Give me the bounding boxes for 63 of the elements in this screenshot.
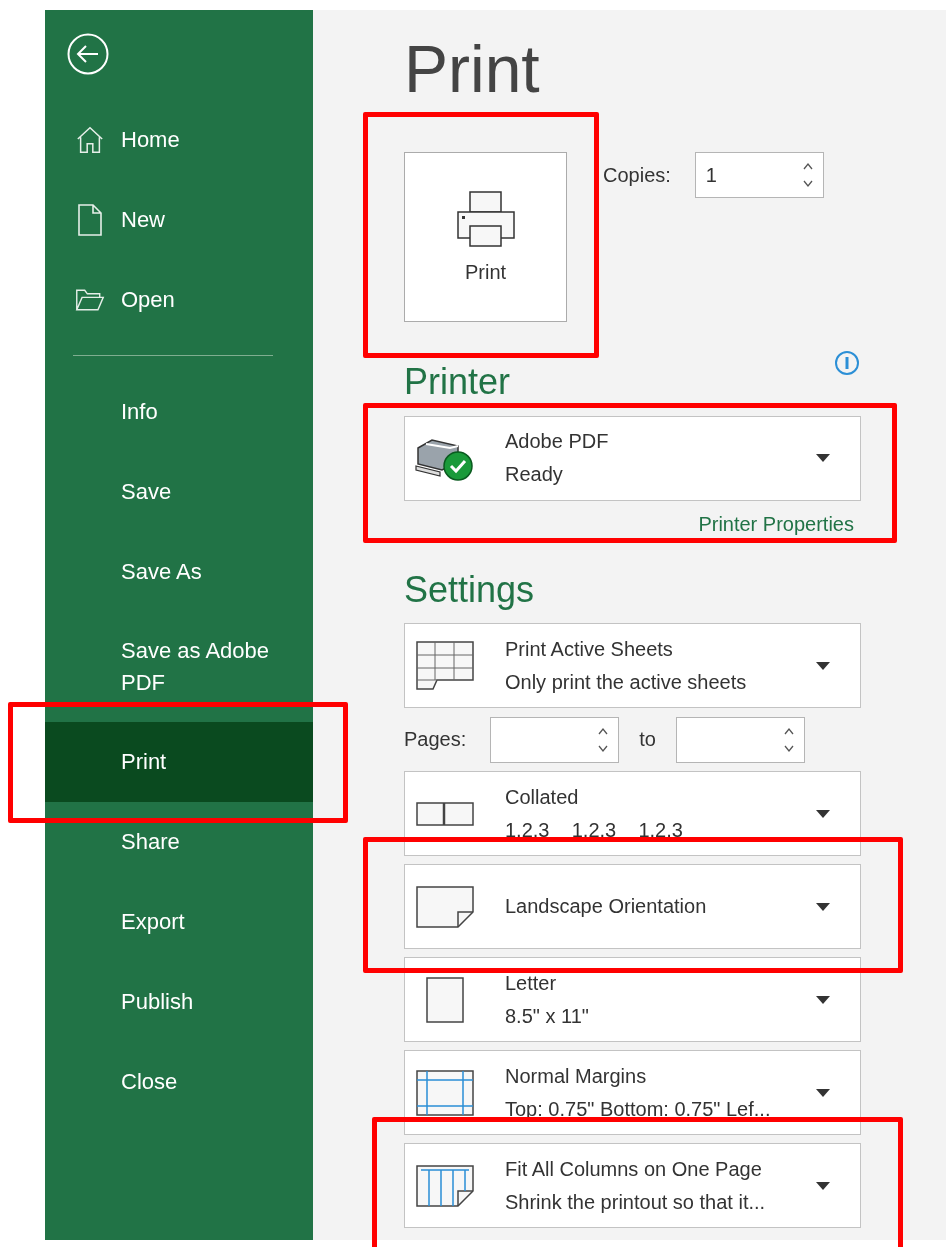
sidebar-item[interactable]: Open [45,260,313,340]
setting-title: Fit All Columns on One Page [505,1157,763,1181]
printer-status: Ready [505,463,564,487]
back-icon[interactable] [67,33,109,75]
home-icon [75,125,105,155]
printer-properties-link[interactable]: Printer Properties [404,512,854,536]
section-heading: Settings [404,569,536,610]
portrait-page-icon [426,976,464,1023]
dropdown-caret-icon [816,995,830,1004]
sidebar-item[interactable]: Save As [45,532,313,612]
setting-dropdown[interactable]: Landscape Orientation [404,864,861,950]
setting-description: Top: 0.75" Bottom: 0.75" Lef... [505,1097,772,1121]
dropdown-caret-icon [816,809,830,818]
setting-title: Print Active Sheets [505,637,674,661]
sidebar-item[interactable]: Print [45,722,313,802]
printer-icon [456,190,515,247]
dropdown-caret-icon [816,902,830,911]
setting-title: Collated [505,785,580,809]
printer-name: Adobe PDF [505,430,610,454]
dropdown-caret-icon [816,454,830,463]
setting-description: 8.5" x 11" [505,1004,590,1028]
setting-description: 1,2,3 1,2,3 1,2,3 [505,818,684,842]
setting-title: Letter [505,971,558,995]
collated-pages-icon [416,801,474,826]
setting-dropdown[interactable]: Fit All Columns on One Page Shrink the printout so that it... [404,1143,861,1229]
page-to-field[interactable] [675,716,805,763]
setting-description: Shrink the printout so that it... [505,1190,767,1214]
sidebar-item[interactable]: Export [45,882,313,962]
dropdown-caret-icon [816,661,830,670]
sidebar-item[interactable]: Publish [45,962,313,1042]
setting-dropdown[interactable]: Normal Margins Top: 0.75" Bottom: 0.75" Lef... [404,1050,861,1136]
sidebar-item[interactable]: Close [45,1042,313,1122]
margins-icon [416,1069,474,1116]
sheet-grid-icon [416,640,474,691]
sidebar-item[interactable]: Share [45,802,313,882]
setting-dropdown[interactable]: Print Active Sheets Only print the active sheets [404,623,861,709]
print-button[interactable]: Print [404,152,567,322]
fit-columns-icon [416,1164,474,1207]
setting-dropdown[interactable]: Collated 1,2,3 1,2,3 1,2,3 [404,771,861,857]
section-heading: Printer [404,362,511,402]
page-title: Print [404,36,541,102]
sidebar-item[interactable]: New [45,180,313,260]
sidebar-item[interactable]: Info [45,372,313,452]
dropdown-caret-icon [816,1088,830,1097]
sidebar-item[interactable]: Save as Adobe PDF [45,612,313,722]
printer-dropdown[interactable]: Adobe PDF Ready [404,415,861,501]
spinner-icon[interactable] [801,161,814,189]
setting-description: Only print the active sheets [505,670,748,694]
document-icon [77,203,103,237]
dropdown-caret-icon [816,1181,830,1190]
pages-label: Pages: [404,728,467,752]
sidebar-item[interactable]: Home [45,100,313,180]
copies-label: Copies: [603,164,671,187]
folder-icon [75,287,105,313]
setting-dropdown[interactable]: Letter 8.5" x 11" [404,957,861,1043]
info-icon[interactable] [834,350,860,376]
to-label: to [639,728,656,752]
landscape-page-icon [416,885,474,928]
page-from-field[interactable] [490,716,620,763]
setting-title: Landscape Orientation [505,895,708,919]
copies-field[interactable]: 1 [694,152,824,198]
sidebar-item[interactable]: Save [45,452,313,532]
setting-title: Normal Margins [505,1064,648,1088]
